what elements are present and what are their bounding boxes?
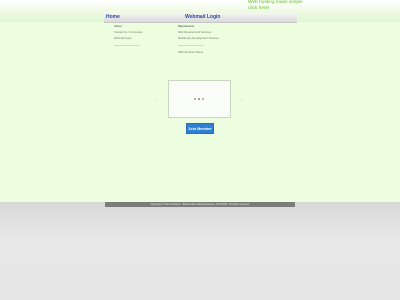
slide-dot-3[interactable]	[202, 98, 204, 100]
mobile-app-services-link[interactable]: Mobile App Development Services	[178, 37, 238, 40]
top-navbar: Home Webmail Login	[104, 13, 297, 23]
left-divider	[114, 44, 140, 46]
slideshow-box	[168, 80, 231, 118]
join-member-button[interactable]: Join Member	[186, 123, 214, 134]
promo-click-here-link[interactable]: click here!	[248, 6, 303, 12]
webmail-login-link[interactable]: Webmail Login	[114, 37, 174, 40]
slide-dot-1[interactable]	[194, 98, 196, 100]
lower-gray-area	[0, 202, 400, 300]
about-column: About Contact Us / Comments Webmail Logi…	[114, 25, 174, 51]
slideshow-next-arrow[interactable]: ›	[241, 97, 243, 103]
promo-line-1[interactable]: Web hosting make simple	[248, 0, 303, 6]
seo-services-link[interactable]: SEO Services Status	[178, 51, 238, 54]
contact-us-link[interactable]: Contact Us / Comments	[114, 31, 174, 34]
nav-home-link[interactable]: Home	[106, 14, 120, 20]
nav-webmail-login-link[interactable]: Webmail Login	[185, 14, 220, 20]
departments-title: Departments	[178, 25, 195, 28]
slide-dot-2[interactable]	[198, 98, 200, 100]
footer-copyright: Copyright © Web Solutions - Bandar Baru …	[105, 202, 295, 207]
promo-banner: Web hosting make simple click here!	[248, 0, 303, 11]
web-dev-services-link[interactable]: Web Development Services	[178, 31, 238, 34]
slideshow-prev-arrow[interactable]: ‹	[156, 97, 158, 103]
departments-column: Departments Web Development Services Mob…	[178, 25, 238, 57]
about-title: About	[114, 25, 122, 28]
right-divider	[178, 44, 204, 46]
slideshow-dots	[194, 98, 208, 102]
